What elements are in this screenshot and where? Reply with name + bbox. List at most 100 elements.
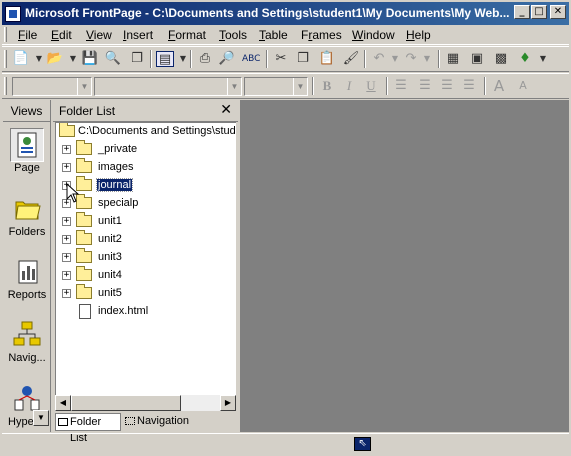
menu-file[interactable]: File <box>18 28 37 42</box>
tree-item-images[interactable]: + images <box>56 158 236 177</box>
folder-list-close-button[interactable]: ✕ <box>220 102 232 118</box>
align-right-icon[interactable]: ☰ <box>438 78 456 94</box>
open-dropdown-icon[interactable]: ▼ <box>64 51 82 67</box>
print-preview-icon[interactable]: 🔎 <box>218 51 236 67</box>
expand-icon[interactable]: + <box>62 271 71 280</box>
view-page[interactable]: Page <box>3 128 51 174</box>
font-size-combo[interactable]: ▼ <box>244 77 308 96</box>
tree-item-private[interactable]: + _private <box>56 140 236 159</box>
view-folders[interactable]: Folders <box>3 192 51 238</box>
tree-item-specialp[interactable]: + specialp <box>56 194 236 213</box>
publish-icon[interactable]: 🔍 <box>104 51 122 67</box>
tree-item-label: _private <box>98 143 138 155</box>
maximize-button[interactable]: □ <box>531 5 547 19</box>
tree-item-unit2[interactable]: + unit2 <box>56 230 236 249</box>
scroll-thumb[interactable] <box>71 395 181 411</box>
tree-item-unit4[interactable]: + unit4 <box>56 266 236 285</box>
minimize-button[interactable]: _ <box>514 5 530 19</box>
increase-font-icon[interactable]: A <box>490 78 508 94</box>
connection-status-icon[interactable]: ⇖ <box>354 437 371 451</box>
drawing-icon[interactable]: ♦ <box>516 51 534 67</box>
menubar-grip[interactable] <box>4 27 7 42</box>
view-reports-label: Reports <box>7 289 47 301</box>
toolbar-grip[interactable] <box>4 50 7 68</box>
close-button[interactable]: ✕ <box>550 5 566 19</box>
insert-picture-icon[interactable]: ▩ <box>492 51 510 67</box>
open-icon[interactable]: 📂 <box>46 51 64 67</box>
chevron-down-icon[interactable]: ▼ <box>227 78 241 95</box>
menu-format[interactable]: Format <box>168 28 206 42</box>
scroll-right-button[interactable]: ▶ <box>220 395 236 411</box>
expand-icon[interactable]: + <box>62 253 71 262</box>
folder-icon <box>76 140 92 155</box>
expand-icon[interactable]: + <box>62 163 71 172</box>
bold-icon[interactable]: B <box>318 78 336 94</box>
tree-item-unit1[interactable]: + unit1 <box>56 212 236 231</box>
menu-help[interactable]: Help <box>406 28 431 42</box>
chevron-down-icon[interactable]: ▼ <box>293 78 307 95</box>
formatting-toolbar: ▼ ▼ ▼ B I U ☰ ☰ ☰ ☰ A A <box>2 73 569 99</box>
folder-tree: C:\Documents and Settings\stude + _priva… <box>55 122 236 395</box>
tree-root[interactable]: C:\Documents and Settings\stude <box>56 123 236 141</box>
view-navigation[interactable]: Navig... <box>3 318 51 364</box>
menu-view[interactable]: View <box>86 28 112 42</box>
save-icon[interactable]: 💾 <box>81 51 99 67</box>
tree-item-index-html[interactable]: index.html <box>56 303 236 321</box>
insert-table-icon[interactable]: ▣ <box>468 51 486 67</box>
folders-view-icon <box>10 192 44 226</box>
view-folders-label: Folders <box>8 226 46 238</box>
main-workspace[interactable] <box>240 100 569 432</box>
menu-frames[interactable]: Frames <box>301 28 342 42</box>
tree-item-label: unit4 <box>98 269 122 281</box>
toolbar-separator <box>484 77 486 95</box>
paste-icon[interactable]: 📋 <box>318 51 336 67</box>
tree-item-journal[interactable]: + journal <box>56 176 236 195</box>
underline-icon[interactable]: U <box>362 78 380 94</box>
menu-window[interactable]: Window <box>352 28 395 42</box>
view-reports[interactable]: Reports <box>3 255 51 301</box>
tree-item-label: images <box>98 161 134 173</box>
style-combo[interactable]: ▼ <box>12 77 92 96</box>
menu-edit[interactable]: Edit <box>51 28 72 42</box>
expand-icon[interactable]: + <box>62 235 71 244</box>
tab-folder-list[interactable]: Folder List <box>55 413 121 444</box>
expand-icon[interactable]: + <box>62 289 71 298</box>
tree-item-label: specialp <box>98 197 139 209</box>
new-page-icon[interactable]: 📄 <box>12 51 30 67</box>
toolbar-grip[interactable] <box>4 77 7 95</box>
center-icon[interactable]: ☰ <box>416 78 434 94</box>
folder-list-hscrollbar[interactable]: ◀ ▶ <box>55 395 236 411</box>
print-icon[interactable]: ⎙ <box>196 51 214 67</box>
tree-item-label: unit5 <box>98 287 122 299</box>
scroll-left-button[interactable]: ◀ <box>55 395 71 411</box>
italic-icon[interactable]: I <box>340 78 358 94</box>
expand-icon[interactable]: + <box>62 145 71 154</box>
mouse-pointer-icon <box>66 183 80 203</box>
frontpage-app-icon[interactable] <box>5 6 21 22</box>
font-combo[interactable]: ▼ <box>94 77 242 96</box>
format-painter-icon[interactable]: 🖌 <box>342 51 360 67</box>
chevron-down-icon[interactable]: ▼ <box>77 78 91 95</box>
expand-icon[interactable]: + <box>62 217 71 226</box>
toolbar-separator <box>190 50 192 68</box>
copy-icon[interactable]: ❐ <box>294 51 312 67</box>
redo-dropdown-icon[interactable]: ▼ <box>418 51 436 67</box>
menu-table[interactable]: Table <box>259 28 288 42</box>
copy-page-icon[interactable]: ❐ <box>128 51 146 67</box>
menu-insert[interactable]: Insert <box>123 28 153 42</box>
spelling-icon[interactable]: ABC <box>242 51 260 67</box>
window-title: Microsoft FrontPage - C:\Documents and S… <box>25 6 510 20</box>
toolbar-separator <box>364 50 366 68</box>
views-scroll-down-button[interactable]: ▼ <box>33 410 49 426</box>
tab-navigation[interactable]: Navigation <box>123 413 203 431</box>
folder-list-icon[interactable]: ▤ <box>156 51 174 67</box>
tree-item-unit3[interactable]: + unit3 <box>56 248 236 267</box>
drawing-dropdown-icon[interactable]: ▼ <box>534 51 552 67</box>
justify-icon[interactable]: ☰ <box>460 78 478 94</box>
menu-tools[interactable]: Tools <box>219 28 247 42</box>
align-left-icon[interactable]: ☰ <box>392 78 410 94</box>
web-component-icon[interactable]: ▦ <box>444 51 462 67</box>
tree-item-unit5[interactable]: + unit5 <box>56 284 236 303</box>
decrease-font-icon[interactable]: A <box>514 78 532 94</box>
cut-icon[interactable]: ✂ <box>272 51 290 67</box>
